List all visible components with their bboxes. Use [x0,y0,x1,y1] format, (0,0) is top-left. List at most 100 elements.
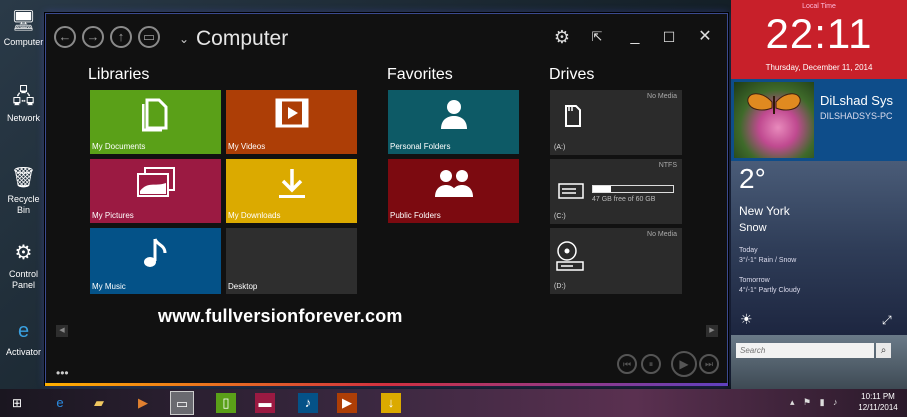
drive-free-space: 47 GB free of 60 GB [592,196,656,203]
weather-today-forecast: 3°/-1° Rain / Snow [739,257,797,264]
previous-track-icon[interactable]: ⏮ [617,354,637,374]
pin-icon[interactable]: ⇱ [586,26,608,48]
tile-personal-folders[interactable]: Personal Folders [388,90,519,154]
music-taskbar-button[interactable]: ♪ [296,391,320,415]
ie-taskbar-button[interactable]: e [48,391,72,415]
forward-button[interactable]: → [82,26,104,48]
desktop-icon-activator[interactable]: e Activator [0,318,47,358]
section-drives: Drives [549,66,595,83]
tile-desktop[interactable]: Desktop [226,228,357,294]
butterfly-icon [747,93,801,114]
folder-taskbar-button[interactable]: ▰ [87,391,111,415]
tile-my-documents[interactable]: My Documents [90,90,221,154]
pause-icon[interactable]: ⏸ [641,354,661,374]
network-icon: 🖧 [12,86,35,108]
documents-icon [90,98,221,137]
tray-icons[interactable]: ▴ ⚑ ▮ ♪ [790,397,850,408]
desktop-icon-network[interactable]: 🖧 Network [0,84,47,124]
up-button[interactable]: ↑ [110,26,132,48]
music-icon: ♪ [298,393,318,413]
activator-icon: e [17,320,30,342]
desktop-icon-label: Control Panel [8,269,38,290]
user-tile[interactable]: DiLshad Sys DILSHADSYS-PC [731,79,907,161]
music-icon [90,236,221,277]
tile-my-downloads[interactable]: My Downloads [226,159,357,223]
documents-icon: ▯ [216,393,236,413]
pc-name: DILSHADSYS-PC [820,111,893,121]
watermark-text: www.fullversionforever.com [158,306,403,326]
search-input[interactable] [736,343,874,358]
tile-my-videos[interactable]: My Videos [226,90,357,154]
video-taskbar-button[interactable]: ▶ [335,391,359,415]
pictures-icon [90,167,221,204]
tile-my-pictures[interactable]: My Pictures [90,159,221,223]
weather-city: New York [739,204,790,218]
play-icon[interactable]: ▶ [671,351,697,377]
weather-gadget[interactable]: 2° New York Snow Today 3°/-1° Rain / Sno… [731,161,907,335]
back-button[interactable]: ← [54,26,76,48]
weather-sun-icon: ☀ [740,311,753,327]
desktop-icon-recycle-bin[interactable]: 🗑 Recycle Bin [0,165,47,216]
drive-filesystem: No Media [647,231,677,238]
tile-public-folders[interactable]: Public Folders [388,159,519,223]
weather-today-label: Today [739,247,758,254]
tray-date[interactable]: 12/11/2014 [853,403,903,412]
more-options-button[interactable]: ••• [56,366,69,380]
control-panel-icon: ⚙ [14,242,33,264]
weather-tomorrow-label: Tomorrow [739,277,770,284]
scroll-right-button[interactable]: ▶ [706,325,718,337]
scroll-left-button[interactable]: ◀ [56,325,68,337]
clock-gadget: Local Time 22:11 Thursday, December 11, … [731,0,907,79]
tile-label: My Music [92,282,126,291]
tile-label: My Downloads [228,211,281,220]
next-track-icon[interactable]: ⏭ [699,354,719,374]
computer-taskbar-button[interactable]: ▭ [170,391,194,415]
ie-icon: e [56,395,64,410]
drive-c[interactable]: NTFS 47 GB free of 60 GB (C:) [550,159,682,224]
desktop-icon-label: Network [6,113,40,123]
start-windows-icon[interactable]: ⊞ [5,391,29,415]
search-icon[interactable]: ⌕ [876,343,891,358]
recycle-bin-icon: 🗑 [10,167,37,189]
desktop-icon-label: Recycle Bin [7,194,40,215]
chevron-down-icon[interactable]: ⌄ [179,32,189,46]
media-player-taskbar-button[interactable]: ▶ [131,391,155,415]
section-favorites: Favorites [387,66,453,83]
expand-icon[interactable]: ⤢ [882,313,892,328]
drive-a[interactable]: No Media (A:) [550,90,682,155]
search-gadget: ⌕ [731,335,907,389]
download-icon: ↓ [381,393,401,413]
desktop-icon-computer[interactable]: 🖥 Computer [0,8,47,48]
tile-my-music[interactable]: My Music [90,228,221,294]
desktop-icon-label: Computer [3,37,44,47]
minimize-button[interactable]: _ [624,26,646,48]
weather-temperature: 2° [739,163,766,194]
close-button[interactable]: ✕ [694,26,716,48]
desktop-button[interactable]: ▭ [138,26,160,48]
computer-icon: ▭ [175,396,189,411]
taskbar: ⊞ e ▰ ▶ ▭ ▯ ▬ ♪ ▶ ↓ ▴ ⚑ ▮ ♪ 10:11 PM 12/11/2014 [0,389,907,417]
pictures-icon: ▬ [255,393,275,413]
drive-usage-bar [592,185,674,193]
settings-gear-icon[interactable]: ⚙ [551,26,573,48]
person-icon [388,98,519,135]
drive-filesystem: NTFS [658,162,677,169]
desktop-icon-label: Activator [5,347,41,357]
tile-label: Desktop [228,282,258,291]
drive-label: (D:) [554,283,566,290]
user-name: DiLshad Sys [820,93,893,108]
tray-time[interactable]: 10:11 PM [853,392,903,401]
computer-icon: 🖥 [10,10,37,32]
pictures-taskbar-button[interactable]: ▬ [253,391,277,415]
drive-label: (C:) [554,213,566,220]
desktop-icon-control-panel[interactable]: ⚙ Control Panel [0,240,47,291]
documents-taskbar-button[interactable]: ▯ [214,391,238,415]
maximize-button[interactable]: ☐ [658,26,680,48]
drive-usage-fill [593,186,611,192]
drive-d[interactable]: No Media (D:) [550,228,682,294]
folder-icon: ▰ [94,395,104,410]
download-taskbar-button[interactable]: ↓ [379,391,403,415]
computer-window: ← → ↑ ▭ ⌄ Computer ⚙ ⇱ _ ☐ ✕ Libraries F… [45,13,728,386]
hard-drive-icon [558,183,584,199]
gadget-sidebar: Local Time 22:11 Thursday, December 11, … [731,0,907,389]
